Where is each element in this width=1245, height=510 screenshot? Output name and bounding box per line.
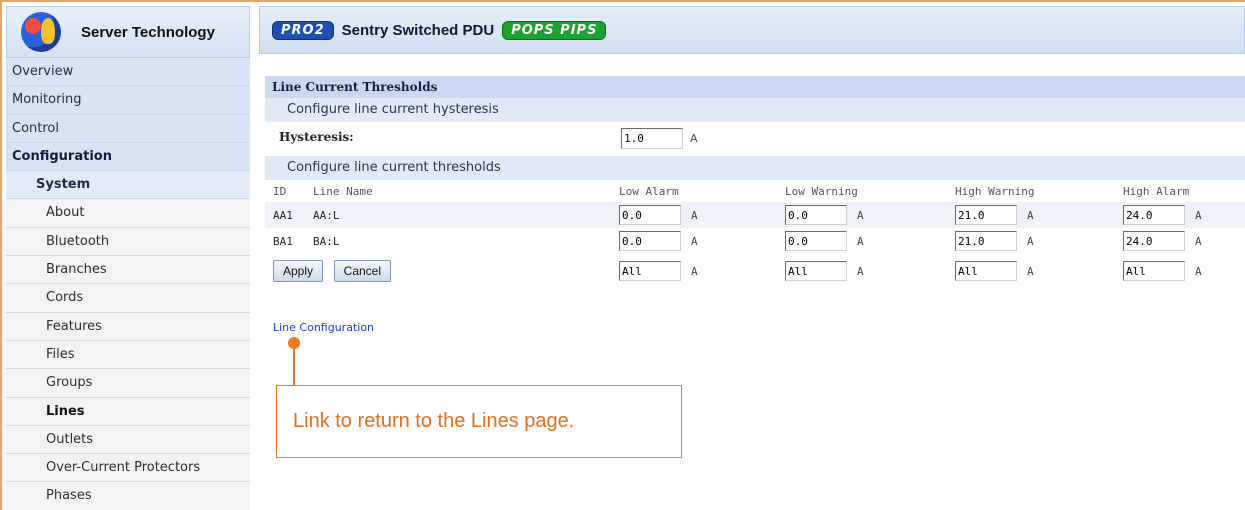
table-row: AA1 AA:L A A A A — [265, 202, 1245, 228]
sidebar-item-about[interactable]: About — [6, 199, 250, 228]
sidebar-item-lines[interactable]: Lines — [6, 397, 250, 426]
unit-label: A — [1195, 264, 1202, 278]
sidebar: Server Technology Overview Monitoring Co… — [6, 6, 250, 510]
unit-label: A — [1027, 208, 1034, 222]
thresholds-heading: Configure line current thresholds — [265, 156, 1245, 180]
row-id: BA1 — [273, 234, 293, 248]
sidebar-item-outlets[interactable]: Outlets — [6, 425, 250, 455]
callout-box: Link to return to the Lines page. — [276, 385, 682, 458]
unit-label: A — [1195, 208, 1202, 222]
high-alarm-input[interactable] — [1123, 205, 1185, 225]
unit-label: A — [691, 208, 698, 222]
sidebar-item-bluetooth[interactable]: Bluetooth — [6, 227, 250, 257]
low-alarm-input[interactable] — [619, 205, 681, 225]
row-line-name: BA:L — [313, 234, 340, 248]
unit-label: A — [1195, 234, 1202, 248]
brand-header: Server Technology — [6, 6, 250, 58]
sidebar-item-system[interactable]: System — [6, 171, 250, 200]
unit-label: A — [691, 234, 698, 248]
hysteresis-unit: A — [690, 132, 698, 145]
line-configuration-link[interactable]: Line Configuration — [273, 321, 374, 334]
column-header-line-name: Line Name — [313, 184, 373, 198]
column-header-high-warning: High Warning — [955, 184, 1035, 198]
apply-button[interactable]: Apply — [273, 260, 324, 282]
sidebar-item-control[interactable]: Control — [6, 114, 250, 143]
brand-name: Server Technology — [81, 23, 215, 41]
sidebar-item-monitoring[interactable]: Monitoring — [6, 86, 250, 115]
sidebar-item-over-current-protectors[interactable]: Over-Current Protectors — [6, 454, 250, 483]
unit-label: A — [1027, 264, 1034, 278]
hysteresis-heading: Configure line current hysteresis — [265, 98, 1245, 122]
unit-label: A — [857, 234, 864, 248]
table-header-row: ID Line Name Low Alarm Low Warning High … — [265, 180, 1245, 202]
table-row: BA1 BA:L A A A A — [265, 228, 1245, 254]
column-header-id: ID — [273, 184, 287, 198]
high-alarm-all-input[interactable] — [1123, 261, 1185, 281]
column-header-low-warning: Low Warning — [785, 184, 858, 198]
high-alarm-input[interactable] — [1123, 231, 1185, 251]
sidebar-nav: Overview Monitoring Control Configuratio… — [6, 58, 250, 510]
unit-label: A — [857, 264, 864, 278]
hysteresis-input[interactable] — [621, 128, 683, 149]
column-header-high-alarm: High Alarm — [1123, 184, 1190, 198]
section-title: Line Current Thresholds — [265, 76, 1245, 98]
pro2-logo: PRO2 — [272, 20, 334, 40]
low-alarm-all-input[interactable] — [619, 261, 681, 281]
sidebar-item-phases[interactable]: Phases — [6, 482, 250, 510]
pops-pips-logo: POPS PIPS — [502, 20, 607, 40]
sidebar-item-cords[interactable]: Cords — [6, 284, 250, 313]
unit-label: A — [691, 264, 698, 278]
sidebar-item-groups[interactable]: Groups — [6, 369, 250, 398]
low-alarm-input[interactable] — [619, 231, 681, 251]
unit-label: A — [1027, 234, 1034, 248]
unit-label: A — [857, 208, 864, 222]
server-technology-logo-icon — [21, 12, 61, 52]
column-header-low-alarm: Low Alarm — [619, 184, 679, 198]
row-line-name: AA:L — [305, 202, 611, 228]
row-id: AA1 — [265, 202, 305, 228]
hysteresis-label: Hysteresis: — [279, 130, 354, 144]
thresholds-table: ID Line Name Low Alarm Low Warning High … — [265, 180, 1245, 288]
callout-text: Link to return to the Lines page. — [293, 410, 575, 432]
hysteresis-row: Hysteresis: A — [265, 122, 1245, 156]
low-warning-input[interactable] — [785, 205, 847, 225]
low-warning-input[interactable] — [785, 231, 847, 251]
low-warning-all-input[interactable] — [785, 261, 847, 281]
sidebar-item-features[interactable]: Features — [6, 312, 250, 341]
high-warning-input[interactable] — [955, 205, 1017, 225]
page-header: PRO2 Sentry Switched PDU POPS PIPS — [259, 6, 1245, 54]
sidebar-item-branches[interactable]: Branches — [6, 256, 250, 285]
cancel-button[interactable]: Cancel — [333, 260, 392, 282]
high-warning-all-input[interactable] — [955, 261, 1017, 281]
sidebar-item-files[interactable]: Files — [6, 340, 250, 370]
sidebar-item-overview[interactable]: Overview — [6, 58, 250, 87]
product-title: Sentry Switched PDU — [341, 21, 495, 39]
sidebar-item-configuration[interactable]: Configuration — [6, 142, 250, 172]
main-content: Line Current Thresholds Configure line c… — [265, 76, 1245, 288]
table-row-all: Apply Cancel A A A A — [265, 254, 1245, 288]
high-warning-input[interactable] — [955, 231, 1017, 251]
callout-connector-line — [293, 348, 295, 386]
